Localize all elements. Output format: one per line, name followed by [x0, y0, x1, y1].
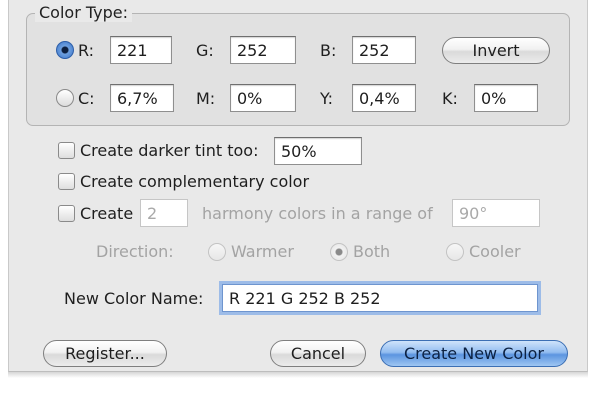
r-field[interactable]: 221: [110, 36, 172, 64]
both-radio[interactable]: [330, 243, 348, 261]
new-color-name-label: New Color Name:: [64, 289, 204, 308]
g-label: G:: [196, 41, 214, 60]
darker-tint-field[interactable]: 50%: [274, 137, 362, 165]
invert-button[interactable]: Invert: [442, 37, 550, 64]
both-label: Both: [353, 242, 391, 261]
k-label: K:: [442, 89, 458, 108]
create-new-color-button[interactable]: Create New Color: [380, 340, 568, 367]
darker-tint-label: Create darker tint too:: [80, 141, 259, 160]
darker-tint-checkbox[interactable]: [58, 142, 75, 159]
window-bottom: [0, 372, 595, 401]
harmony-create-label: Create: [80, 204, 134, 223]
warmer-radio[interactable]: [208, 243, 226, 261]
c-field[interactable]: 6,7%: [110, 84, 174, 112]
complementary-checkbox[interactable]: [58, 173, 75, 190]
y-field[interactable]: 0,4%: [352, 84, 416, 112]
g-field[interactable]: 252: [230, 36, 296, 64]
b-label: B:: [320, 41, 337, 60]
complementary-label: Create complementary color: [80, 172, 310, 191]
harmony-checkbox[interactable]: [58, 205, 75, 222]
register-button[interactable]: Register...: [43, 340, 167, 367]
y-label: Y:: [320, 89, 334, 108]
warmer-label: Warmer: [231, 242, 294, 261]
cooler-label: Cooler: [469, 242, 521, 261]
color-type-title: Color Type:: [35, 3, 132, 22]
m-label: M:: [196, 89, 216, 108]
harmony-range-field[interactable]: 90°: [452, 199, 540, 227]
c-label: C:: [78, 89, 95, 108]
new-color-name-field[interactable]: R 221 G 252 B 252: [222, 284, 538, 312]
cancel-button[interactable]: Cancel: [270, 340, 366, 367]
b-field[interactable]: 252: [352, 36, 416, 64]
harmony-range-label: harmony colors in a range of: [202, 204, 433, 223]
k-field[interactable]: 0%: [474, 84, 538, 112]
m-field[interactable]: 0%: [230, 84, 296, 112]
harmony-count-field[interactable]: 2: [140, 199, 188, 227]
direction-label: Direction:: [96, 242, 174, 261]
r-label: R:: [78, 41, 95, 60]
cmyk-radio[interactable]: [56, 89, 74, 107]
rgb-radio[interactable]: [56, 41, 74, 59]
cooler-radio[interactable]: [446, 243, 464, 261]
